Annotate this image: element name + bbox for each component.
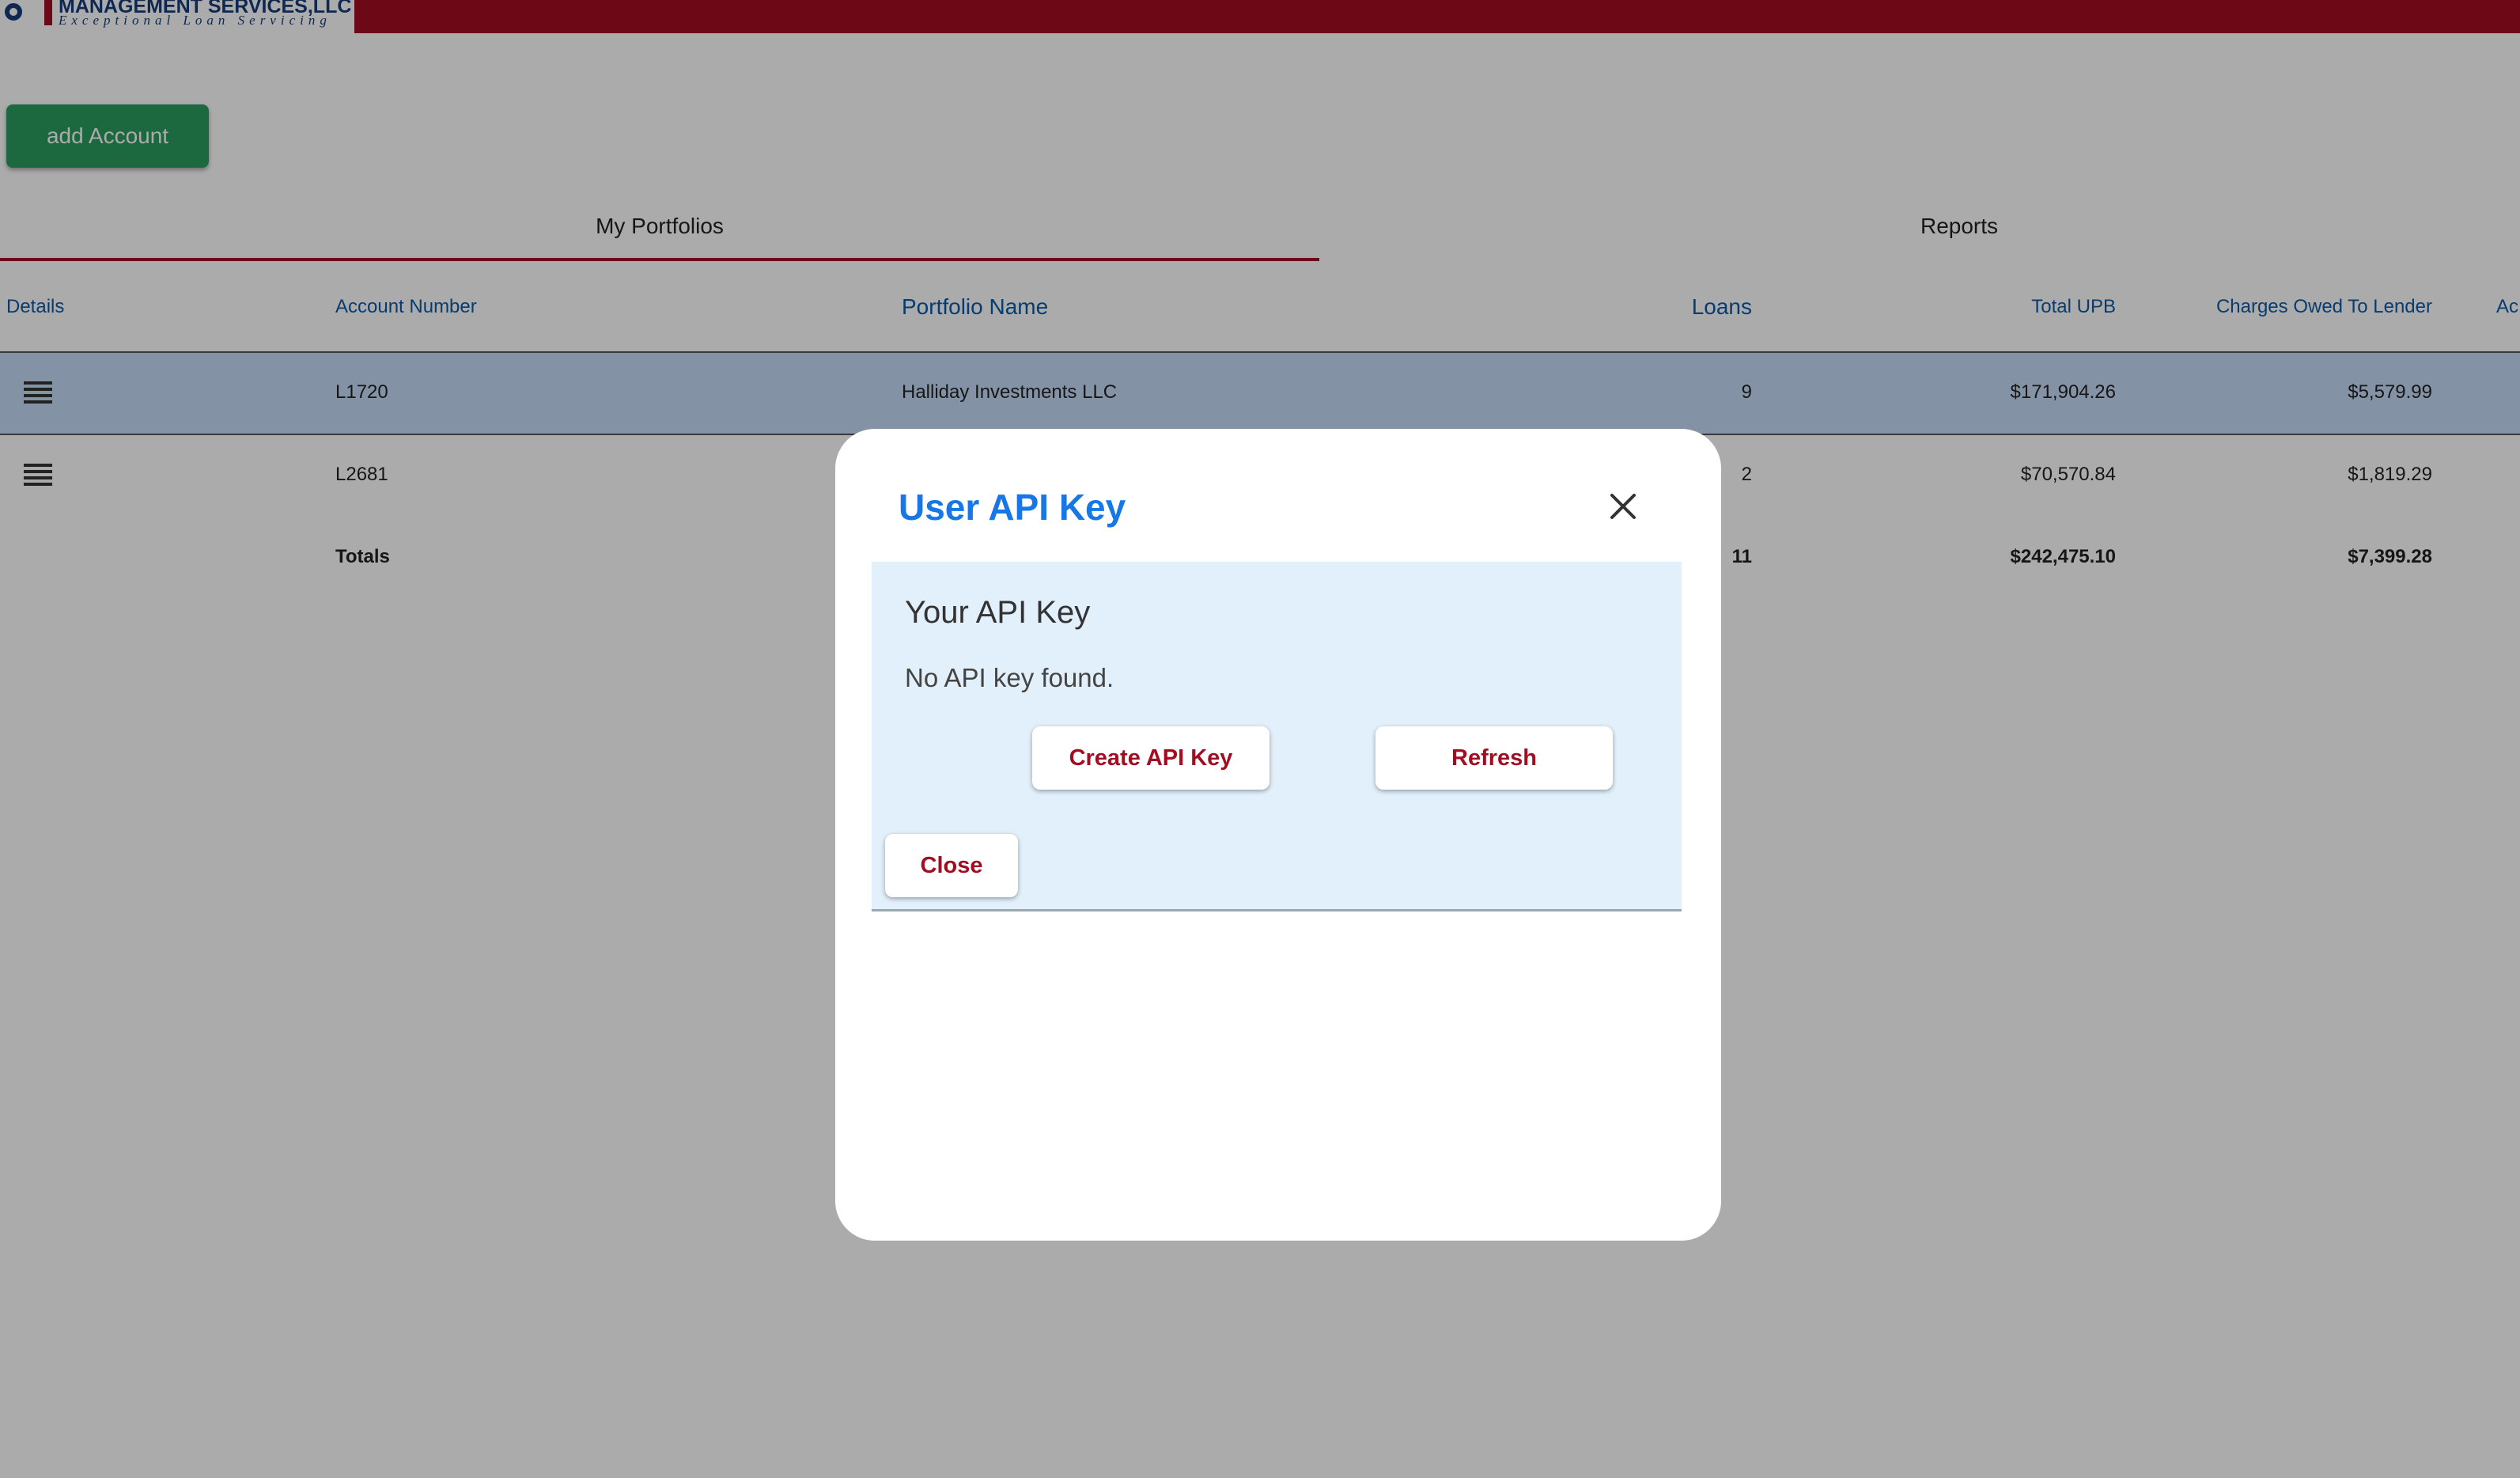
user-api-key-dialog: User API Key Your API Key No API key fou… (835, 429, 1721, 1241)
create-api-key-button[interactable]: Create API Key (1032, 726, 1269, 790)
panel-heading: Your API Key (905, 595, 1091, 630)
api-key-panel: Your API Key No API key found. Create AP… (872, 562, 1682, 911)
close-button[interactable]: Close (885, 834, 1018, 897)
api-key-status-text: No API key found. (905, 663, 1114, 692)
dialog-title: User API Key (899, 487, 1126, 528)
refresh-button[interactable]: Refresh (1375, 726, 1613, 790)
close-icon[interactable] (1606, 489, 1640, 524)
